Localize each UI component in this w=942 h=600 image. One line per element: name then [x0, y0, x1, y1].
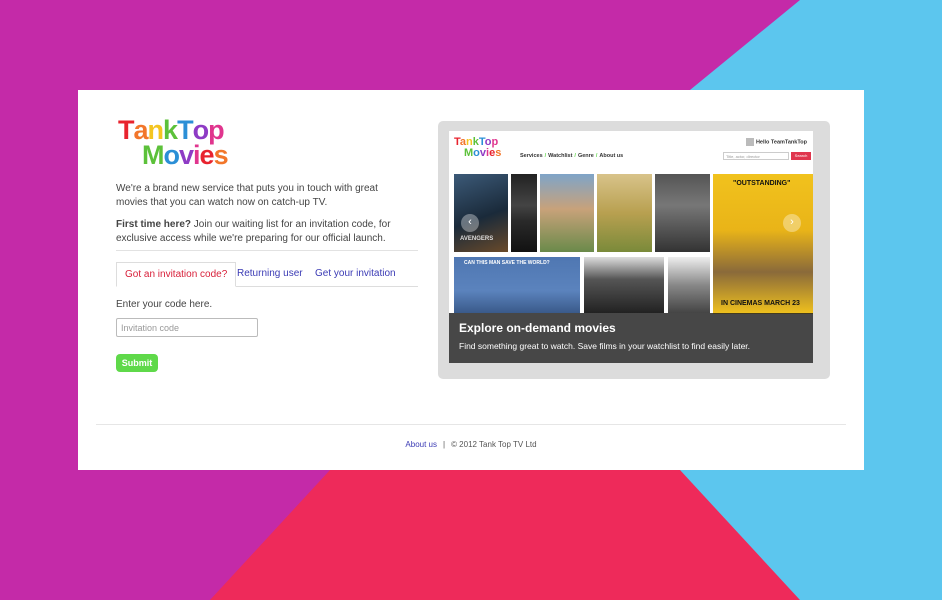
footer-separator: |: [442, 440, 446, 449]
intro-text: We're a brand new service that puts you …: [116, 182, 412, 254]
tab-get-invitation[interactable]: Get your invitation: [307, 262, 404, 286]
preview-nav-about[interactable]: About us: [599, 153, 623, 159]
logo-letter: M: [464, 147, 474, 159]
intro-paragraph: We're a brand new service that puts you …: [116, 183, 378, 208]
caption-subtext: Find something great to watch. Save film…: [459, 341, 751, 351]
site-preview: TankTop Movies Services / Watchlist / Genre /…: [449, 131, 813, 363]
preview-search-button[interactable]: Search: [791, 152, 811, 160]
footer-divider: [96, 424, 846, 425]
preview-nav-genre[interactable]: Genre: [578, 153, 594, 159]
poster-outstanding[interactable]: "OUTSTANDING" IN CINEMAS MARCH 23: [713, 174, 813, 314]
tanktop-movies-logo[interactable]: TankTop Movies: [118, 115, 248, 170]
code-label: Enter your code here.: [116, 299, 213, 310]
poster-avengers-title: AVENGERS: [460, 236, 494, 242]
preview-nav: Services / Watchlist / Genre / About us: [520, 153, 624, 159]
logo-letter: e: [199, 140, 215, 170]
poster-aiweiwei[interactable]: [655, 174, 710, 252]
preview-user[interactable]: Hello TeamTankTop: [745, 138, 807, 146]
preview-nav-watchlist[interactable]: Watchlist: [548, 153, 572, 159]
poster-save-the-world[interactable]: CAN THIS MAN SAVE THE WORLD?: [454, 257, 580, 313]
poster-save-the-world-title: CAN THIS MAN SAVE THE WORLD?: [464, 260, 550, 266]
poster-moonrise[interactable]: [597, 174, 652, 252]
about-us-link[interactable]: About us: [405, 440, 437, 449]
logo-letter: o: [473, 147, 480, 159]
poster-outstanding-quote: "OUTSTANDING": [733, 180, 791, 187]
poster-marley[interactable]: [511, 174, 537, 252]
carousel-prev-arrow[interactable]: ‹: [461, 214, 479, 232]
avatar: [745, 138, 754, 146]
tab-returning-user[interactable]: Returning user: [229, 262, 311, 286]
logo-letter: M: [142, 140, 164, 170]
logo-letter: o: [163, 140, 180, 170]
logo-letter: T: [118, 115, 134, 145]
logo-letter: s: [213, 140, 229, 170]
logo-letter: s: [495, 147, 502, 159]
preview-logo: TankTop Movies: [454, 137, 501, 159]
copyright: © 2012 Tank Top TV Ltd: [451, 440, 537, 449]
invitation-code-input[interactable]: [116, 318, 258, 337]
logo-line-2: Movies: [118, 140, 248, 170]
preview-nav-services[interactable]: Services: [520, 153, 543, 159]
preview-caption: Explore on-demand movies Find something …: [449, 313, 813, 363]
submit-button[interactable]: Submit: [116, 354, 158, 372]
tab-invitation-code[interactable]: Got an invitation code?: [116, 262, 237, 287]
preview-frame: TankTop Movies Services / Watchlist / Genre /…: [438, 121, 830, 379]
main-card: TankTop Movies We're a brand new service…: [78, 90, 864, 470]
carousel-next-arrow[interactable]: ›: [783, 214, 801, 232]
preview-search-input[interactable]: Title, actor, director: [723, 152, 789, 160]
poster-cinemas-date: IN CINEMAS MARCH 23: [721, 300, 800, 307]
footer: About us | © 2012 Tank Top TV Ltd: [78, 440, 864, 449]
auth-tabs: Got an invitation code? Returning user G…: [116, 262, 418, 287]
poster-avengers[interactable]: AVENGERS: [454, 174, 508, 252]
first-time-paragraph: First time here? Join our waiting list f…: [116, 218, 412, 246]
caption-heading: Explore on-demand movies: [459, 321, 616, 335]
poster-bw[interactable]: [584, 257, 664, 313]
preview-logo-line-2: Movies: [454, 148, 501, 159]
poster-war[interactable]: [668, 257, 710, 313]
preview-user-greeting: Hello TeamTankTop: [755, 139, 807, 146]
poster-comedy[interactable]: [540, 174, 594, 252]
divider: [116, 250, 418, 251]
first-time-strong: First time here?: [116, 219, 192, 230]
logo-letter: v: [179, 140, 194, 170]
